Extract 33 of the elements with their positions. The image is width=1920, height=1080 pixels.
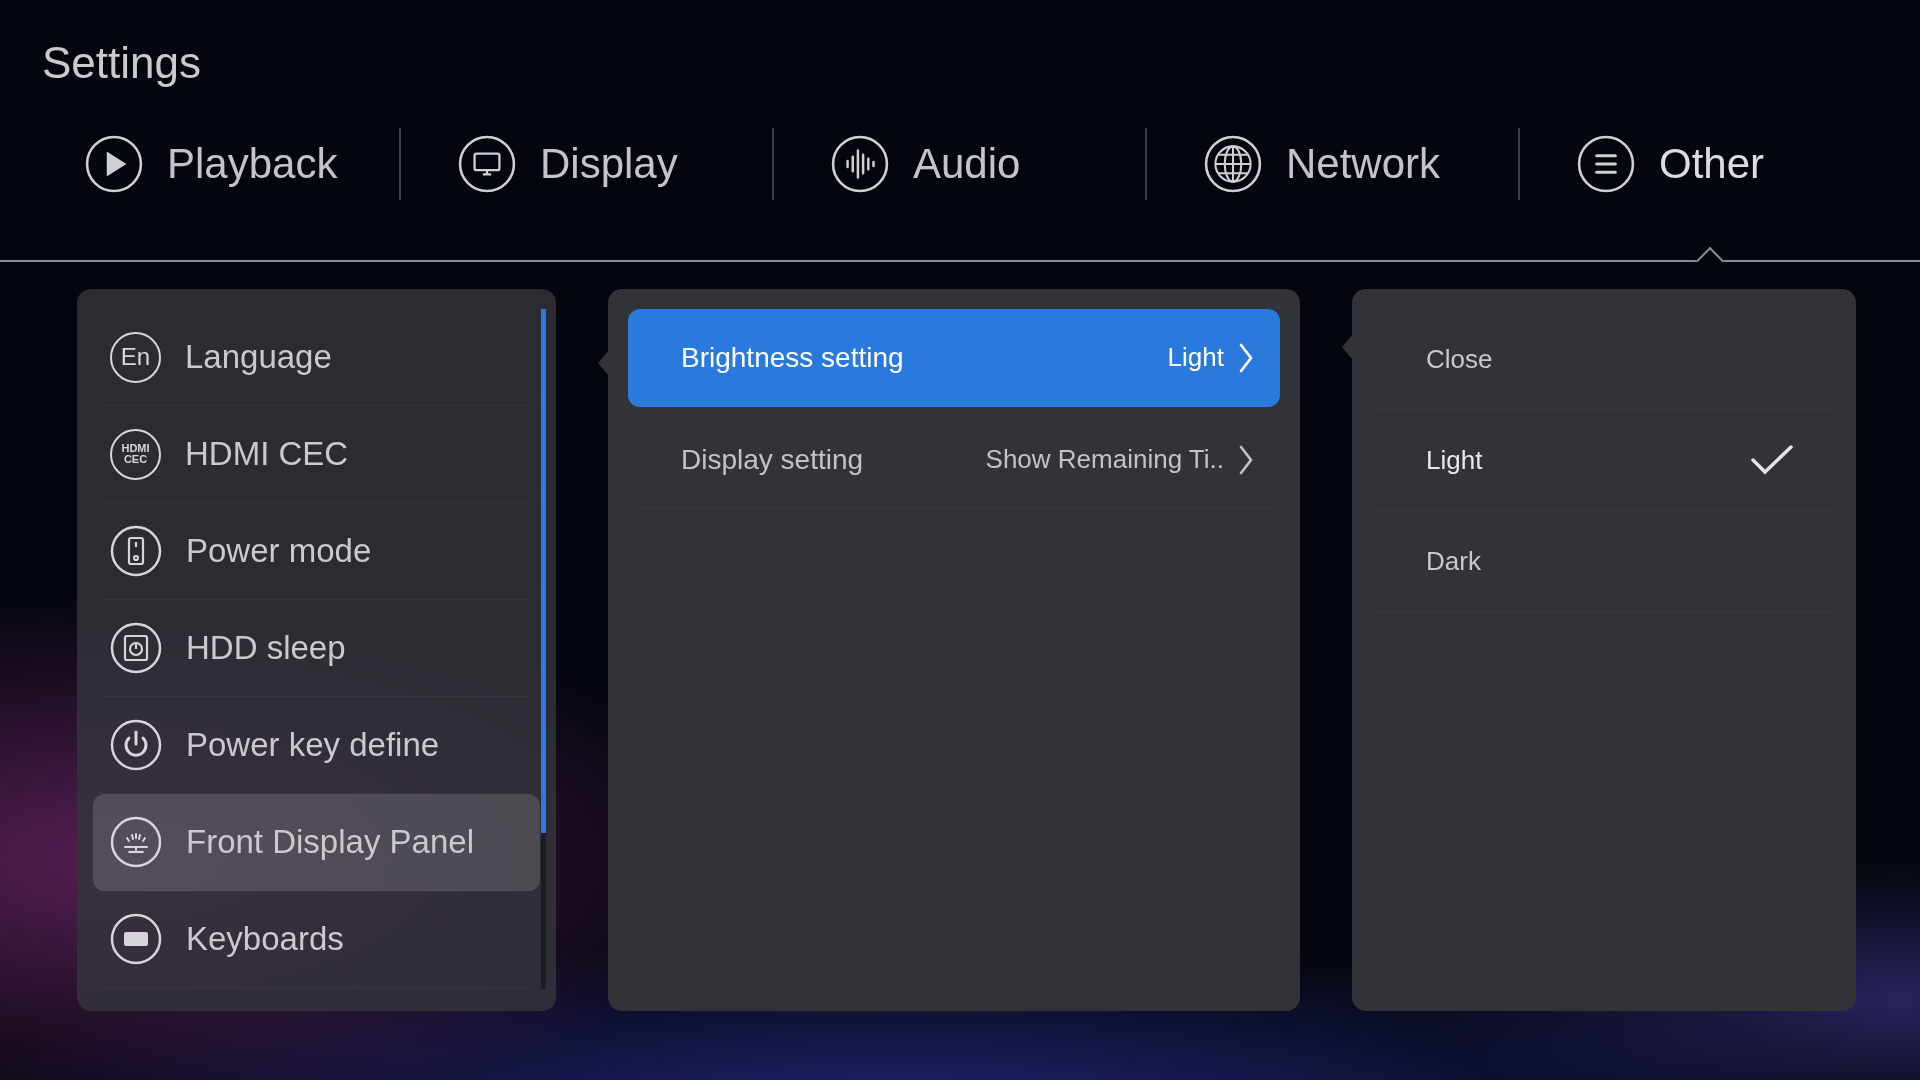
option-item[interactable]: Light [1372, 410, 1836, 511]
disk-icon [110, 622, 162, 674]
light-rays-icon [110, 816, 162, 868]
text-badge-icon: En [110, 331, 161, 383]
checkmark-icon [1750, 444, 1794, 476]
sidebar-item[interactable]: En Language [93, 309, 540, 406]
sidebar-item[interactable]: Keyboards [93, 891, 540, 988]
sidebar-item[interactable]: HDMI CEC HDMI CEC [93, 406, 540, 503]
chevron-right-icon [1238, 342, 1254, 373]
tab[interactable]: Network [1147, 120, 1518, 260]
sidebar-item[interactable]: HDD sleep [93, 600, 540, 697]
globe-icon [1204, 135, 1262, 193]
setting-row[interactable]: Display setting Show Remaining Ti.. [628, 411, 1280, 509]
sidebar-item[interactable]: Power mode [93, 503, 540, 600]
sidebar-item[interactable]: Front Display Panel [93, 794, 540, 891]
chevron-right-icon [1238, 444, 1254, 475]
menu-icon [1577, 135, 1635, 193]
page-title: Settings [41, 37, 201, 89]
keyboard-icon [110, 913, 162, 965]
setting-row[interactable]: Brightness setting Light [628, 309, 1280, 407]
tab[interactable]: Display [401, 120, 772, 260]
monitor-icon [458, 135, 516, 193]
power-icon [110, 719, 162, 771]
tab[interactable]: Audio [774, 120, 1145, 260]
phone-icon [110, 525, 162, 577]
tab[interactable]: Other [1520, 120, 1891, 260]
sidebar-item[interactable]: Power key define [93, 697, 540, 794]
audio-bars-icon [831, 135, 889, 193]
text-badge-icon: HDMI CEC [110, 428, 161, 480]
option-item[interactable]: Dark [1372, 511, 1836, 612]
tab[interactable]: Playback [28, 120, 399, 260]
play-icon [85, 135, 143, 193]
option-item[interactable]: Close [1372, 309, 1836, 410]
